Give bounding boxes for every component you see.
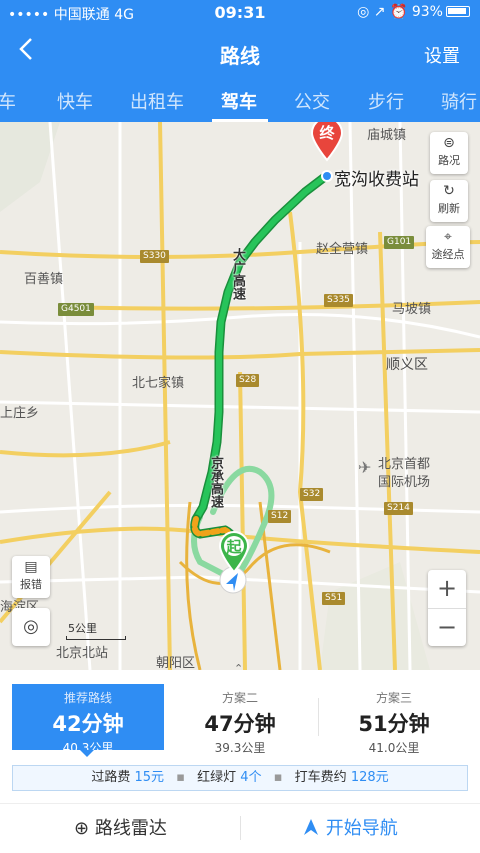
tab-transit[interactable]: 公交: [294, 88, 330, 114]
road-sign-s214: S214: [384, 502, 413, 515]
plan-name: 推荐路线: [63, 691, 112, 705]
road-sign-g4501: G4501: [58, 303, 94, 316]
mode-tabs: 车 快车 出租车 驾车 公交 步行 骑行: [0, 80, 480, 122]
plan-time: 42分钟: [52, 712, 124, 736]
route-info-bar: 过路费 15元 ▪ 红绿灯 4个 ▪ 打车费约 128元: [12, 765, 468, 791]
tab-walk[interactable]: 步行: [368, 88, 404, 114]
scale-bar: [66, 636, 126, 640]
tab-drive[interactable]: 驾车: [221, 88, 257, 114]
page-title: 路线: [220, 44, 260, 68]
traffic-label: 路况: [438, 154, 460, 167]
waypoint-button[interactable]: ⌖ 途经点: [426, 226, 470, 268]
destination-marker-text: 终: [319, 124, 335, 142]
traffic-button[interactable]: ⊜ 路况: [430, 132, 468, 174]
map-label-zhaoquanying: 赵全营镇: [316, 242, 369, 257]
action-bar: ⊕ 路线雷达 开始导航: [0, 803, 480, 853]
plan-card-recommended[interactable]: 推荐路线 42分钟 40.3公里: [12, 684, 164, 755]
lights-value: 4个: [240, 770, 262, 785]
plan-distance: 39.3公里: [214, 741, 266, 755]
tab-taxi[interactable]: 出租车: [130, 88, 184, 114]
destination-marker[interactable]: 终: [310, 122, 344, 162]
origin-marker[interactable]: 起: [217, 530, 251, 574]
origin-marker-text: 起: [226, 538, 242, 556]
map-label-chaoyang: 朝阳区: [156, 656, 196, 670]
locate-button[interactable]: ◎: [12, 608, 50, 646]
refresh-icon: ↻: [443, 183, 455, 199]
airport-icon: ✈: [358, 458, 372, 477]
action-divider: [240, 816, 241, 840]
plan-distance: 41.0公里: [368, 741, 420, 755]
map-label-mapo: 马坡镇: [392, 302, 432, 317]
status-bar: ••••• 中国联通 4G 09:31 ◎ ↗ ⏰ 93%: [0, 0, 480, 26]
toll-label: 过路费: [91, 770, 131, 785]
tab-express[interactable]: 快车: [57, 88, 93, 114]
header: ••••• 中国联通 4G 09:31 ◎ ↗ ⏰ 93% 路线 设置 车 快车…: [0, 0, 480, 122]
road-sign-s28: S28: [236, 374, 260, 387]
navigation-arrow-icon: [304, 819, 318, 835]
road-sign-g101: G101: [384, 236, 415, 249]
radar-icon: ⊕: [74, 818, 90, 839]
taxi-value: 128元: [350, 770, 389, 785]
map-label-shunyi: 顺义区: [386, 357, 428, 373]
road-sign-s330: S330: [140, 250, 169, 263]
route-panel: 推荐路线 42分钟 40.3公里 方案二 47分钟 39.3公里 方案三 51分…: [0, 670, 480, 853]
refresh-button[interactable]: ↻ 刷新: [430, 180, 468, 222]
plan-pointer: [80, 750, 94, 757]
route-radar-label: 路线雷达: [94, 818, 167, 839]
plan-card-2[interactable]: 方案二 47分钟 39.3公里: [164, 684, 316, 755]
road-sign-s51: S51: [322, 592, 346, 605]
map-view[interactable]: 终 宽沟收费站 起 大广高速 京承高速 庙城镇 百善镇 赵全营镇 马坡镇 顺义区…: [0, 122, 480, 670]
waypoint-label: 途经点: [431, 248, 465, 261]
tab-partial[interactable]: 车: [0, 88, 16, 114]
tab-bike[interactable]: 骑行: [441, 88, 477, 114]
nav-bar: 路线 设置: [0, 30, 480, 74]
report-button[interactable]: ▤ 报错: [12, 556, 50, 598]
route-label-daguang: 大广高速: [230, 248, 245, 300]
start-navigation-label: 开始导航: [325, 818, 398, 839]
map-label-airport-1: 北京首都: [378, 457, 431, 472]
zoom-in-button[interactable]: +: [428, 570, 466, 608]
lights-label: 红绿灯: [197, 770, 237, 785]
map-label-beijing-north: 北京北站: [56, 646, 109, 661]
route-radar-button[interactable]: ⊕ 路线雷达: [74, 814, 167, 840]
location-pin-icon: ⌖: [444, 229, 452, 245]
plan-name: 方案二: [221, 691, 258, 705]
road-sign-s32: S32: [300, 488, 324, 501]
map-canvas: [0, 122, 480, 670]
locate-icon: ◎: [23, 616, 39, 637]
map-label-airport-2: 国际机场: [378, 475, 431, 490]
route-label-jingcheng: 京承高速: [208, 456, 223, 508]
plan-card-3[interactable]: 方案三 51分钟 41.0公里: [318, 684, 470, 755]
map-label-shangzhuang: 上庄乡: [0, 406, 40, 421]
start-navigation-button[interactable]: 开始导航: [302, 814, 398, 840]
toll-value: 15元: [134, 770, 165, 785]
battery-text: ◎ ↗ ⏰ 93%: [357, 4, 443, 20]
plan-time: 47分钟: [204, 712, 276, 736]
zoom-out-button[interactable]: −: [428, 609, 466, 647]
settings-button[interactable]: 设置: [424, 42, 460, 68]
road-sign-s335: S335: [324, 294, 353, 307]
traffic-icon: ⊜: [443, 135, 455, 151]
zoom-control: + −: [428, 570, 466, 646]
scale-label: 5公里: [68, 622, 97, 635]
map-label-miaocheng: 庙城镇: [367, 128, 407, 143]
report-label: 报错: [20, 578, 42, 591]
map-label-baishan: 百善镇: [24, 272, 64, 287]
status-icons: ◎ ↗ ⏰ 93%: [357, 4, 470, 20]
road-sign-s12: S12: [268, 510, 292, 523]
taxi-label: 打车费约: [294, 770, 347, 785]
map-label-beiqijia: 北七家镇: [132, 376, 185, 391]
expand-chevron-icon[interactable]: ⌃: [234, 662, 243, 670]
plan-time: 51分钟: [358, 712, 430, 736]
separator-dot: ▪: [273, 770, 283, 785]
destination-name: 宽沟收费站: [334, 170, 419, 190]
refresh-label: 刷新: [438, 202, 460, 215]
report-icon: ▤: [24, 559, 38, 575]
battery-icon: [446, 6, 470, 17]
plan-name: 方案三: [375, 691, 412, 705]
separator-dot: ▪: [176, 770, 185, 785]
